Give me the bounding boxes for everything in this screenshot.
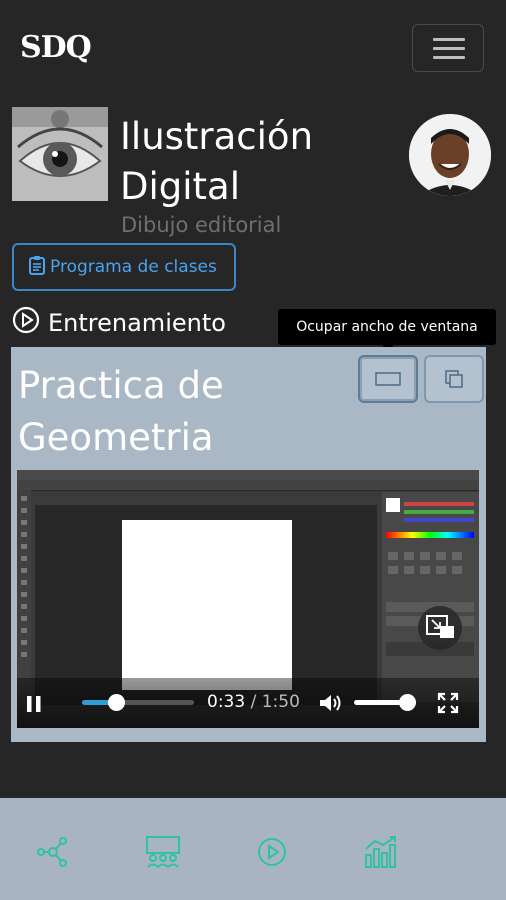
- time-separator: /: [245, 692, 262, 712]
- stats-icon: [363, 836, 399, 873]
- nav-network-button[interactable]: [36, 835, 70, 873]
- time-display: 0:33 / 1:50: [207, 692, 300, 712]
- nav-classroom-button[interactable]: [145, 835, 181, 873]
- video-frame-document: [122, 520, 292, 690]
- video-frame-toolbar: [17, 490, 31, 710]
- current-time: 0:33: [207, 692, 246, 712]
- network-icon: [36, 837, 70, 873]
- course-title: Ilustración Digital: [120, 115, 314, 208]
- fullscreen-button[interactable]: [437, 692, 459, 718]
- play-circle-icon: [256, 838, 288, 873]
- instructor-avatar[interactable]: [409, 114, 491, 196]
- classroom-icon: [145, 836, 181, 873]
- widescreen-icon: [360, 372, 416, 405]
- course-subtitle: Dibujo editorial: [121, 213, 282, 237]
- menu-button[interactable]: [412, 24, 484, 72]
- pip-icon: [418, 615, 462, 654]
- video-frame-optionsbar: [17, 480, 479, 491]
- bottom-nav: [0, 798, 506, 900]
- pause-icon: [24, 696, 44, 718]
- lesson-title: Practica de Geometria: [18, 364, 224, 459]
- total-time: 1:50: [261, 692, 300, 712]
- sdq-logo[interactable]: SDQ: [20, 30, 92, 65]
- speaker-icon: [318, 695, 344, 718]
- nav-stats-button[interactable]: [363, 835, 399, 873]
- section-label: Entrenamiento: [48, 309, 226, 337]
- progress-handle[interactable]: [107, 694, 125, 711]
- popout-button[interactable]: [424, 355, 484, 403]
- section-heading: Entrenamiento: [12, 306, 226, 340]
- popout-icon: [426, 370, 482, 405]
- program-button-label: Programa de clases: [50, 257, 217, 277]
- volume-button[interactable]: [318, 692, 344, 718]
- video-frame-panels: [382, 492, 479, 702]
- nav-play-button[interactable]: [256, 835, 288, 873]
- volume-handle[interactable]: [398, 694, 416, 711]
- picture-in-picture-button[interactable]: [418, 606, 462, 650]
- pause-button[interactable]: [24, 694, 44, 718]
- video-frame-menubar: [17, 470, 479, 480]
- program-button[interactable]: Programa de clases: [12, 243, 236, 291]
- course-thumbnail: [12, 107, 108, 201]
- tooltip: Ocupar ancho de ventana: [278, 309, 496, 351]
- wide-view-button[interactable]: [358, 355, 418, 403]
- play-circle-icon: [12, 306, 40, 340]
- clipboard-icon: [28, 255, 46, 280]
- fullscreen-icon: [437, 692, 459, 718]
